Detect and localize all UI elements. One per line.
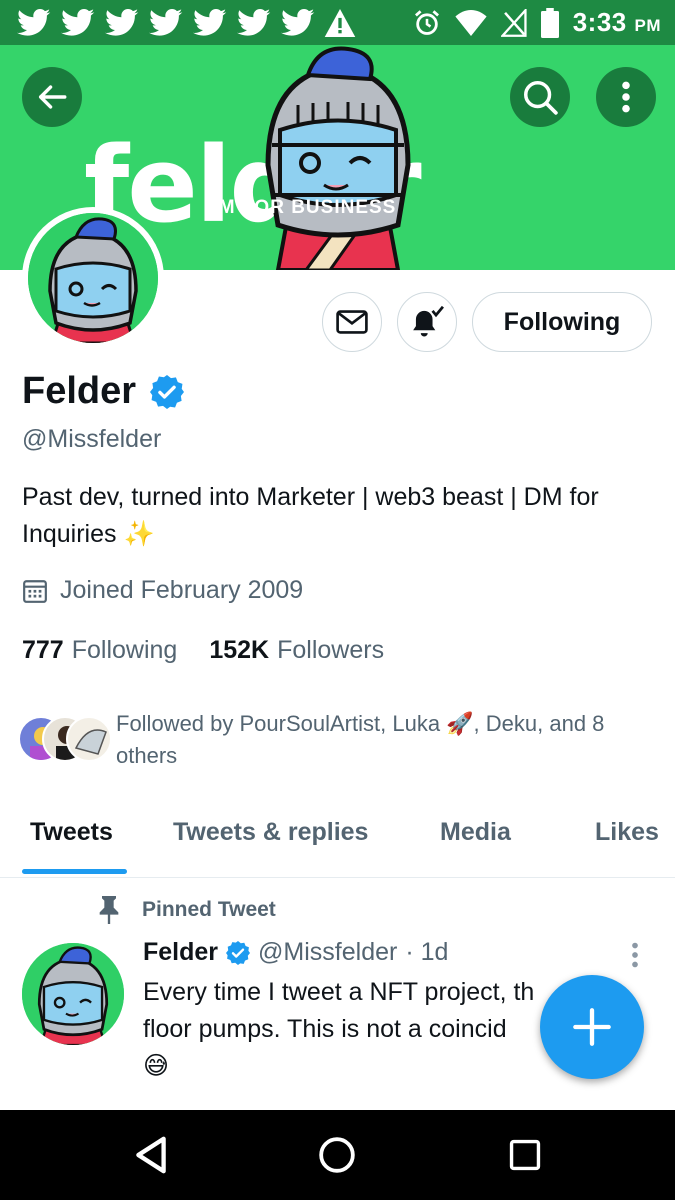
clock-ampm: PM [634, 16, 661, 35]
tab-likes[interactable]: Likes [595, 818, 659, 847]
back-button[interactable] [22, 67, 82, 127]
pinned-tweet-label-row: Pinned Tweet [96, 896, 276, 924]
banner-subtitle: DM FOR BUSINESS [204, 197, 397, 218]
mail-icon [336, 310, 368, 334]
back-triangle-icon [136, 1136, 166, 1174]
search-icon [524, 81, 558, 115]
profile-bio: Past dev, turned into Marketer | web3 be… [22, 483, 599, 548]
warning-icon [324, 8, 356, 37]
system-icons: 3:33 PM [413, 7, 661, 38]
following-button[interactable]: Following [472, 292, 652, 352]
profile-handle: @Missfelder [22, 425, 162, 453]
twitter-icon [60, 8, 95, 36]
profile-tabs: Tweets Tweets & replies Media Likes [0, 800, 675, 878]
search-button[interactable] [510, 67, 570, 127]
tweet-header: Felder @Missfelder · 1d [143, 938, 448, 967]
message-button[interactable] [322, 292, 382, 352]
more-vertical-icon [622, 81, 630, 113]
calendar-icon [23, 579, 47, 603]
back-arrow-icon [38, 85, 67, 109]
profile-name: Felder [22, 370, 137, 412]
profile-avatar[interactable] [22, 207, 164, 349]
verified-badge-icon [150, 374, 185, 409]
pinned-tweet-label: Pinned Tweet [142, 898, 276, 921]
follow-counts: 777 Following 152K Followers [22, 636, 384, 665]
wifi-icon [455, 9, 487, 36]
nav-recents-button[interactable] [500, 1130, 550, 1180]
status-clock: 3:33 PM [573, 7, 661, 38]
tweet-author-name[interactable]: Felder [143, 938, 218, 967]
joined-text: Joined February 2009 [60, 576, 304, 604]
followers-label: Followers [277, 636, 385, 664]
profile-name-row: Felder [22, 370, 185, 413]
notifications-button[interactable] [397, 292, 457, 352]
twitter-icon [16, 8, 51, 36]
twitter-icon [280, 8, 315, 36]
status-bar: 3:33 PM [0, 0, 675, 45]
clock-time: 3:33 [572, 7, 627, 37]
android-navigation-bar [0, 1110, 675, 1200]
followers-count-link[interactable]: 152K Followers [209, 636, 384, 665]
battery-icon [540, 7, 559, 38]
follower-avatar [66, 716, 112, 762]
avatar [28, 213, 158, 343]
tab-tweets[interactable]: Tweets [30, 818, 113, 847]
joined-date-row: Joined February 2009 [22, 576, 303, 605]
knight-avatar-image [22, 943, 124, 1045]
nav-back-button[interactable] [126, 1130, 176, 1180]
twitter-icon [236, 8, 271, 36]
twitter-icon [148, 8, 183, 36]
following-count: 777 [22, 636, 64, 664]
bell-check-icon [413, 305, 444, 337]
following-count-link[interactable]: 777 Following [22, 636, 177, 665]
tweet-author-handle: @Missfelder [258, 938, 398, 966]
followed-by-row[interactable]: Followed by PourSoulArtist, Luka 🚀, Deku… [18, 708, 646, 772]
followers-count: 152K [209, 636, 270, 664]
knight-mascot-illustration [265, 46, 411, 270]
tweet-time: · 1d [405, 938, 449, 966]
no-signal-icon [500, 8, 527, 37]
knight-avatar-image [28, 213, 158, 343]
tab-tweets-replies[interactable]: Tweets & replies [173, 818, 368, 847]
active-tab-indicator [22, 869, 127, 874]
followed-by-text: Followed by PourSoulArtist, Luka 🚀, Deku… [116, 711, 605, 768]
home-circle-icon [319, 1137, 355, 1173]
more-options-button[interactable] [596, 67, 656, 127]
twitter-icon [192, 8, 227, 36]
followed-by-avatars [18, 716, 112, 766]
tweet-more-button[interactable] [630, 942, 640, 973]
twitter-icon [104, 8, 139, 36]
tweet-author-avatar[interactable] [22, 943, 124, 1045]
following-label: Following [71, 636, 178, 664]
more-vertical-icon [632, 942, 638, 968]
notification-icons [16, 8, 356, 37]
verified-badge-icon [226, 940, 251, 965]
pin-icon [99, 896, 119, 924]
nav-home-button[interactable] [312, 1130, 362, 1180]
plus-icon [573, 1008, 611, 1046]
recents-square-icon [509, 1139, 541, 1171]
alarm-icon [414, 9, 439, 35]
compose-tweet-button[interactable] [540, 975, 644, 1079]
tab-media[interactable]: Media [440, 818, 511, 847]
